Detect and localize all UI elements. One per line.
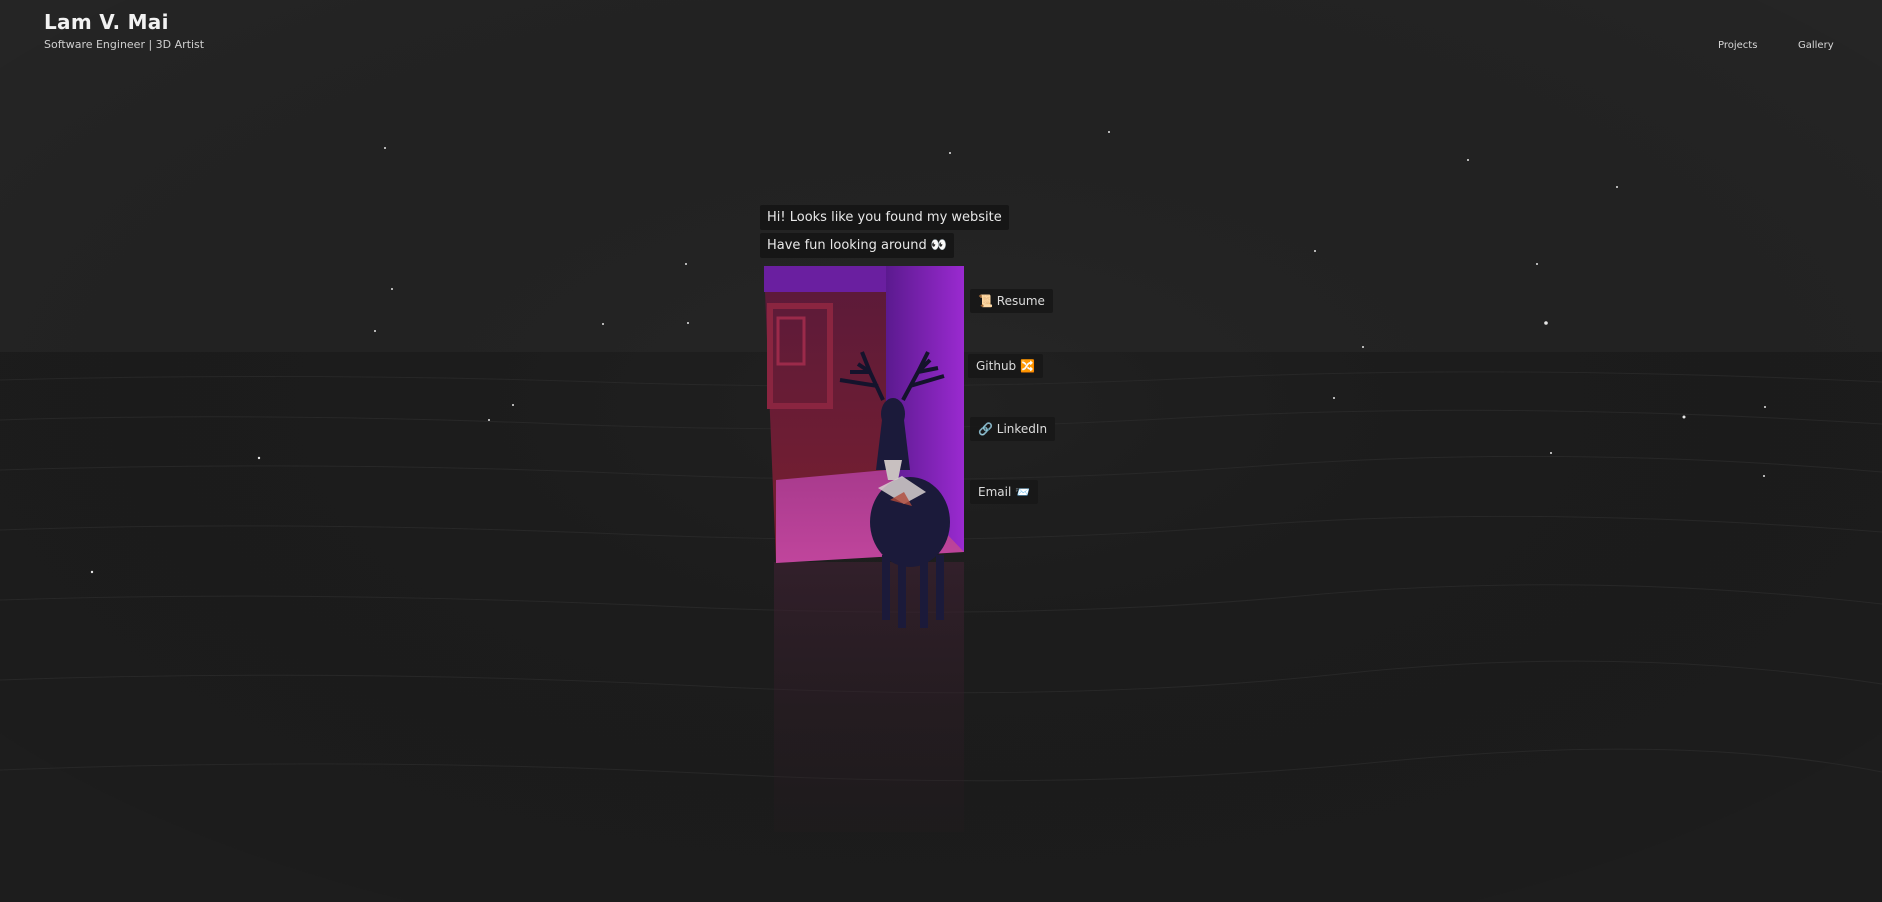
link-icon: 🔗	[978, 422, 993, 436]
scroll-icon: 📜	[978, 294, 993, 308]
site-subtitle: Software Engineer | 3D Artist	[44, 38, 205, 51]
github-button[interactable]: Github 🔀	[968, 354, 1043, 378]
resume-button[interactable]: 📜 Resume	[970, 289, 1053, 313]
email-label: Email	[978, 485, 1012, 499]
greeting-bubble-2: Have fun looking around 👀	[760, 233, 955, 258]
email-button[interactable]: Email 📨	[970, 480, 1039, 504]
portal-reflection	[774, 562, 964, 832]
linkedin-button[interactable]: 🔗 LinkedIn	[970, 417, 1056, 441]
nav-projects-link[interactable]: Projects	[1718, 40, 1757, 51]
site-title[interactable]: Lam V. Mai	[44, 10, 204, 34]
shuffle-icon: 🔀	[1020, 359, 1035, 373]
github-label: Github	[976, 359, 1017, 373]
linkedin-label: LinkedIn	[996, 422, 1048, 436]
resume-label: Resume	[996, 294, 1045, 308]
3d-scene	[0, 0, 1882, 902]
scene-viewport: Lam V. Mai Software Engineer | 3D Artist…	[0, 0, 1882, 902]
nav-gallery-link[interactable]: Gallery	[1798, 40, 1834, 51]
site-header: Lam V. Mai Software Engineer | 3D Artist	[44, 10, 204, 51]
envelope-icon: 📨	[1015, 485, 1031, 499]
greeting-bubble-1: Hi! Looks like you found my website	[760, 205, 1009, 230]
